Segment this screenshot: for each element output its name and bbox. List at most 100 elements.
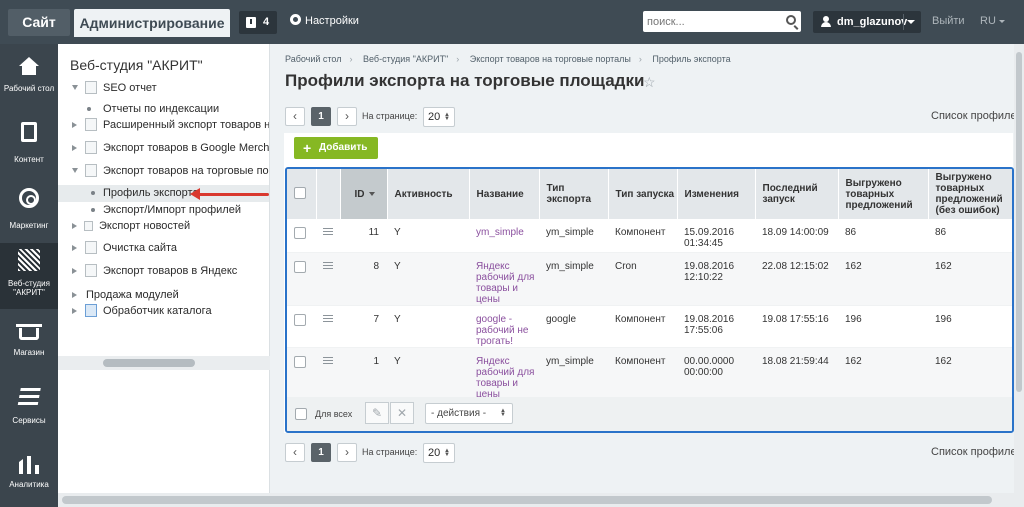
tab-site[interactable]: Сайт [8,9,70,36]
column-header-exported[interactable]: Выгружено товарных предложений [838,169,929,219]
current-page-button[interactable]: 1 [311,443,331,462]
profile-name-link[interactable]: Яндекс рабочий для товары и цены [476,261,534,305]
breadcrumb-item[interactable]: Экспорт товаров на торговые порталы [470,54,631,64]
tree-horizontal-scrollbar[interactable] [58,356,270,370]
scrollbar-thumb[interactable] [103,359,195,367]
cell-exported: 162 [838,252,928,306]
row-checkbox[interactable] [294,355,306,368]
column-header-active[interactable]: Активность [387,169,470,219]
user-menu-button[interactable]: dm_glazunov [813,11,921,33]
edit-button[interactable]: ✎ [365,402,389,424]
settings-button[interactable]: Настройки [290,14,359,27]
current-page-button[interactable]: 1 [311,107,331,126]
row-checkbox[interactable] [294,313,306,326]
expand-arrow-icon[interactable] [72,223,77,229]
drag-handle-icon[interactable] [323,356,333,364]
basket-icon [16,324,42,340]
select-all-checkbox[interactable] [294,186,306,199]
module-icon [85,141,97,154]
rail-item-analytics[interactable]: Аналитика [0,444,58,504]
actions-select-value: - действия - [431,408,487,419]
top-bar: Сайт Администрирование 4 Настройки dm_gl… [0,0,1024,44]
rail-item-content[interactable]: Контент [0,114,58,174]
column-header-launch-type[interactable]: Тип запуска [608,169,678,219]
rail-item-desktop[interactable]: Рабочий стол [0,48,58,108]
bullet-icon [87,107,91,111]
prev-page-button[interactable]: ‹ [285,443,305,462]
notifications-button[interactable]: 4 [239,11,277,34]
expand-arrow-icon[interactable] [72,308,77,314]
cleanup-icon [85,241,97,254]
updown-icon: ▲ ▼ [444,112,450,122]
tree-node-label: Экспорт товаров в Google Merchants [103,142,270,154]
column-header-exported-ok[interactable]: Выгружено товарных предложений (без ошиб… [928,169,1012,219]
rail-item-services[interactable]: Сервисы [0,380,58,440]
expand-arrow-icon[interactable] [72,122,77,128]
rail-item-marketing[interactable]: Маркетинг [0,180,58,240]
breadcrumb-item[interactable]: Профиль экспорта [652,54,730,64]
add-button[interactable]: + Добавить [294,137,378,159]
expand-arrow-icon[interactable] [72,245,77,251]
actions-select[interactable]: - действия - ▲ ▼ [425,403,513,424]
row-checkbox[interactable] [294,260,306,273]
tree-node-label: Профиль экспорта [103,187,199,199]
delete-button[interactable]: ✕ [390,402,414,424]
language-label: RU [980,15,996,27]
table-row[interactable]: 11 Y ym_simple ym_simple Компонент 15.09… [287,219,1012,253]
rail-item-akrit[interactable]: Веб-студия "АКРИТ" [0,243,58,309]
column-header-changed[interactable]: Изменения [677,169,756,219]
breadcrumb-item[interactable]: Веб-студия "АКРИТ" [363,54,448,64]
expand-arrow-icon[interactable] [72,268,77,274]
add-button-label: Добавить [319,142,368,153]
row-checkbox[interactable] [294,227,306,239]
cell-export-type: ym_simple [539,219,608,253]
logout-link[interactable]: Выйти [932,15,965,27]
drag-handle-icon[interactable] [323,261,333,269]
column-header-id[interactable]: ID [340,169,388,219]
chevron-down-icon [998,20,1005,23]
expand-arrow-icon[interactable] [72,85,78,90]
tree-node-label: Экспорт новостей [99,220,191,232]
scrollbar-thumb[interactable] [1016,52,1022,392]
prev-page-button[interactable]: ‹ [285,107,305,126]
expand-arrow-icon[interactable] [72,168,78,173]
expand-arrow-icon[interactable] [72,145,77,151]
expand-arrow-icon[interactable] [72,292,77,298]
breadcrumb-separator: › [349,54,353,64]
apply-to-all-checkbox[interactable] [295,408,307,420]
next-page-button[interactable]: › [337,443,357,462]
table-row[interactable]: 1 Y Яндекс рабочий для товары и цены ym_… [287,347,1012,401]
list-label: Список профилей [931,446,1023,458]
akrit-logo-icon [18,249,40,271]
table-row[interactable]: 8 Y Яндекс рабочий для товары и цены ym_… [287,252,1012,306]
page-horizontal-scrollbar[interactable] [58,493,1014,507]
search-box [643,11,801,32]
column-header-last-run[interactable]: Последний запуск [755,169,839,219]
rail-item-shop[interactable]: Магазин [0,314,58,374]
drag-handle-icon[interactable] [323,314,333,322]
cell-changed: 15.09.2016 01:34:45 [677,219,755,253]
column-header-export-type[interactable]: Тип экспорта [539,169,609,219]
favorite-star-icon[interactable]: ☆ [643,74,656,91]
column-header-name[interactable]: Название [469,169,540,219]
profile-name-link[interactable]: google - рабочий не трогать! [476,314,528,347]
chevron-down-icon [907,20,915,24]
drag-handle-icon[interactable] [323,228,333,235]
breadcrumb-item[interactable]: Рабочий стол [285,54,342,64]
cell-exported: 86 [838,219,928,253]
next-page-button[interactable]: › [337,107,357,126]
notification-icon [246,17,256,28]
tab-administration[interactable]: Администрирование [74,9,230,37]
scrollbar-thumb[interactable] [62,496,992,504]
search-input[interactable] [643,11,773,32]
per-page-select[interactable]: 20 ▲ ▼ [423,443,455,463]
language-selector[interactable]: RU [980,15,1005,27]
table-row[interactable]: 7 Y google - рабочий не трогать! google … [287,305,1012,348]
search-icon[interactable] [786,15,796,25]
profile-name-link[interactable]: Яндекс рабочий для товары и цены [476,356,534,400]
cell-exported-ok: 162 [928,347,1012,401]
cell-last-run: 18.08 21:59:44 [755,347,838,401]
page-vertical-scrollbar[interactable] [1014,44,1024,507]
per-page-select[interactable]: 20 ▲ ▼ [423,107,455,127]
profile-name-link[interactable]: ym_simple [476,227,524,238]
